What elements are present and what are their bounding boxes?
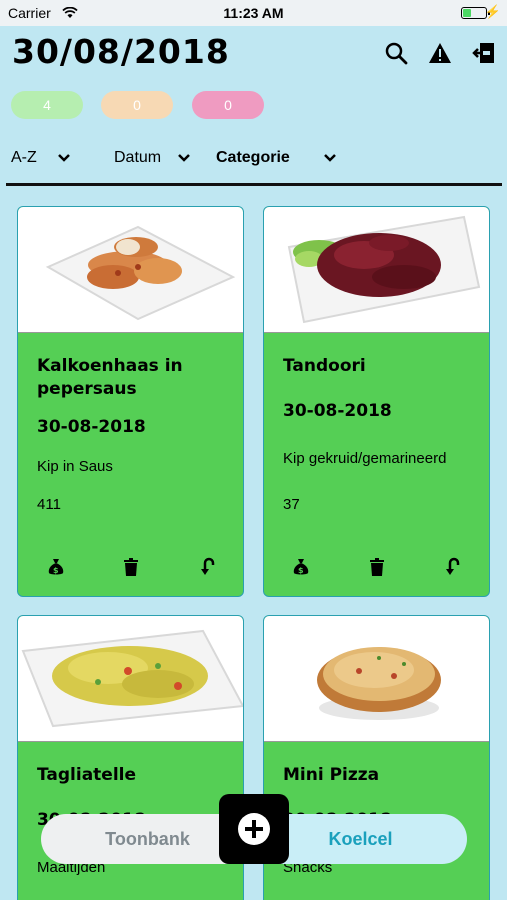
chevron-down-icon	[178, 149, 191, 167]
product-category: Kip gekruid/gemarineerd	[283, 450, 447, 467]
product-image-pizza	[264, 616, 489, 742]
battery-icon	[461, 7, 490, 19]
sort-categorie-label: Categorie	[216, 149, 290, 166]
product-image-chicken	[18, 207, 243, 333]
page-title-date: 30/08/2018	[12, 32, 230, 71]
svg-text:$: $	[298, 566, 304, 575]
product-quantity: 37	[283, 496, 300, 513]
product-image-tandoori	[264, 207, 489, 333]
sort-az-label: A-Z	[11, 149, 37, 166]
undo-arrow-icon[interactable]	[442, 556, 464, 578]
search-icon[interactable]	[383, 40, 409, 66]
money-bag-icon[interactable]: $	[45, 556, 67, 578]
sort-datum-dropdown[interactable]: Datum	[114, 149, 191, 167]
sort-datum-label: Datum	[114, 149, 162, 166]
chevron-down-icon	[323, 149, 336, 167]
logout-icon[interactable]	[471, 40, 497, 66]
product-date: 30-08-2018	[37, 417, 146, 437]
product-card[interactable]: Kalkoenhaas in pepersaus 30-08-2018 Kip …	[17, 206, 244, 597]
sort-categorie-dropdown[interactable]: Categorie	[216, 149, 336, 167]
chevron-down-icon	[57, 149, 70, 167]
svg-text:$: $	[53, 566, 59, 575]
money-bag-icon[interactable]: $	[290, 556, 312, 578]
plus-circle-icon	[238, 813, 270, 845]
counter-badge-pink[interactable]: 0	[192, 91, 264, 119]
counter-badge-orange[interactable]: 0	[101, 91, 173, 119]
add-product-button[interactable]	[219, 794, 289, 864]
warning-icon[interactable]	[427, 40, 453, 66]
product-name: Tandoori	[283, 356, 366, 376]
product-quantity: 411	[37, 496, 61, 513]
product-card[interactable]: Tandoori 30-08-2018 Kip gekruid/gemarine…	[263, 206, 490, 597]
trash-icon[interactable]	[120, 556, 142, 578]
product-name: Tagliatelle	[37, 765, 137, 785]
product-category: Kip in Saus	[37, 458, 113, 475]
status-time: 11:23 AM	[223, 5, 284, 21]
sort-az-dropdown[interactable]: A-Z	[11, 149, 70, 167]
charging-icon: ⚡	[484, 4, 501, 19]
status-bar: Carrier 11:23 AM ⚡	[0, 0, 507, 26]
undo-arrow-icon[interactable]	[197, 556, 219, 578]
product-name: Kalkoenhaas in pepersaus	[37, 356, 183, 399]
counter-badge-green[interactable]: 4	[11, 91, 83, 119]
product-date: 30-08-2018	[283, 401, 392, 421]
product-name: Mini Pizza	[283, 765, 380, 785]
product-image-tagliatelle	[18, 616, 243, 742]
trash-icon[interactable]	[366, 556, 388, 578]
divider	[6, 183, 502, 186]
